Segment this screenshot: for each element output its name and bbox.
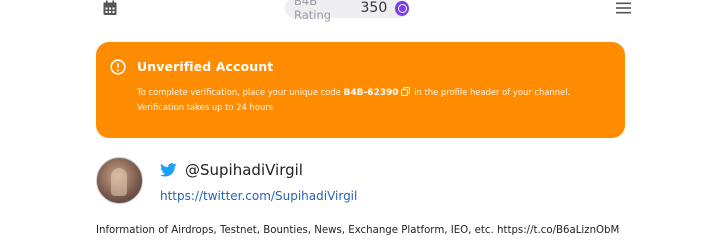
- alert-body-suffix: in the profile header of your channel.: [414, 87, 571, 97]
- alert-body: To complete verification, place your uni…: [137, 85, 607, 114]
- top-bar: B4B Rating 350: [0, 0, 720, 22]
- hamburger-menu-icon[interactable]: [616, 2, 631, 14]
- verification-code: B4B-62390: [343, 88, 399, 98]
- twitter-bird-icon: [160, 163, 177, 177]
- rating-value: 350: [360, 0, 388, 16]
- profile-url-link[interactable]: https://twitter.com/SupihadiVirgil: [160, 189, 357, 203]
- rating-label: B4B Rating: [294, 0, 332, 22]
- exclamation-circle-icon: [110, 59, 126, 75]
- twitter-handle: @SupihadiVirgil: [185, 161, 303, 179]
- copy-icon[interactable]: [400, 87, 410, 96]
- rating-pill[interactable]: B4B Rating 350: [285, 0, 409, 22]
- alert-body-prefix: To complete verification, place your uni…: [137, 87, 341, 97]
- ring-badge-icon: [395, 0, 409, 16]
- calendar-icon[interactable]: [102, 0, 118, 16]
- alert-body-line2: Verification takes up to 24 hours: [137, 102, 274, 112]
- unverified-account-alert: Unverified Account To complete verificat…: [96, 42, 625, 138]
- channel-description: Information of Airdrops, Testnet, Bounti…: [96, 225, 620, 236]
- avatar: [96, 157, 143, 204]
- alert-title: Unverified Account: [137, 59, 274, 74]
